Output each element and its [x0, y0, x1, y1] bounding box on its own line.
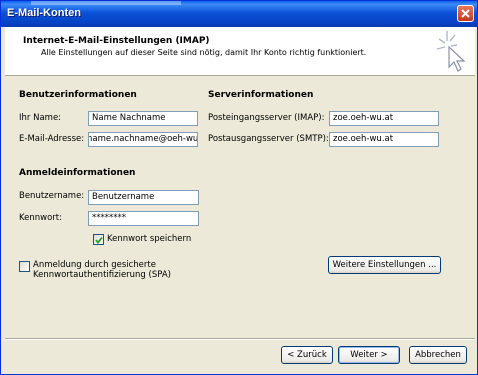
more-settings-button[interactable]: Weitere Einstellungen ... [328, 256, 441, 274]
page-subtitle: Alle Einstellungen auf dieser Seite sind… [41, 48, 367, 57]
next-button[interactable]: Weiter > [338, 346, 400, 364]
wizard-header: Internet-E-Mail-Einstellungen (IMAP) All… [5, 27, 475, 76]
server-info-heading: Serverinformationen [208, 90, 314, 100]
page-title: Internet-E-Mail-Einstellungen (IMAP) [23, 36, 210, 46]
password-field[interactable]: ******** [88, 211, 199, 226]
username-field[interactable]: Benutzername [88, 190, 199, 205]
footer-divider [5, 338, 475, 340]
window-title: E-Mail-Konten [7, 7, 81, 19]
outgoing-server-label: Postausgangsserver (SMTP): [208, 134, 329, 144]
close-icon [461, 9, 470, 18]
remember-password-label[interactable]: Kennwort speichern [107, 234, 191, 244]
name-field[interactable]: Name Nachname [88, 111, 198, 126]
username-label: Benutzername: [19, 191, 85, 201]
settings-panel: Benutzerinformationen Ihr Name: Name Nac… [5, 76, 475, 336]
sparkle-cursor-icon [436, 31, 466, 72]
password-label: Kennwort: [19, 213, 62, 223]
title-bar-shine [31, 1, 181, 5]
remember-password-checkbox[interactable] [93, 234, 104, 245]
user-info-heading: Benutzerinformationen [19, 90, 137, 100]
close-button[interactable] [457, 5, 474, 22]
spa-checkbox[interactable] [19, 261, 30, 272]
check-icon [95, 236, 103, 244]
cancel-button[interactable]: Abbrechen [409, 346, 467, 364]
back-button[interactable]: < Zurück [281, 346, 333, 364]
login-info-heading: Anmeldeinformationen [19, 168, 136, 178]
outgoing-server-field[interactable]: zoe.oeh-wu.at [329, 132, 439, 147]
name-label: Ihr Name: [19, 113, 62, 123]
spa-label-line1[interactable]: Anmeldung durch gesicherte [33, 260, 156, 270]
incoming-server-field[interactable]: zoe.oeh-wu.at [329, 111, 439, 126]
email-label: E-Mail-Adresse: [19, 134, 85, 144]
incoming-server-label: Posteingangsserver (IMAP): [208, 113, 325, 123]
email-field[interactable]: name.nachname@oeh-wu.at [88, 132, 198, 147]
email-accounts-dialog: E-Mail-Konten Internet-E-Mail-Einstellun… [0, 0, 478, 375]
title-bar[interactable]: E-Mail-Konten [1, 1, 477, 27]
spa-label-line2[interactable]: Kennwortauthentifizierung (SPA) [33, 270, 171, 280]
